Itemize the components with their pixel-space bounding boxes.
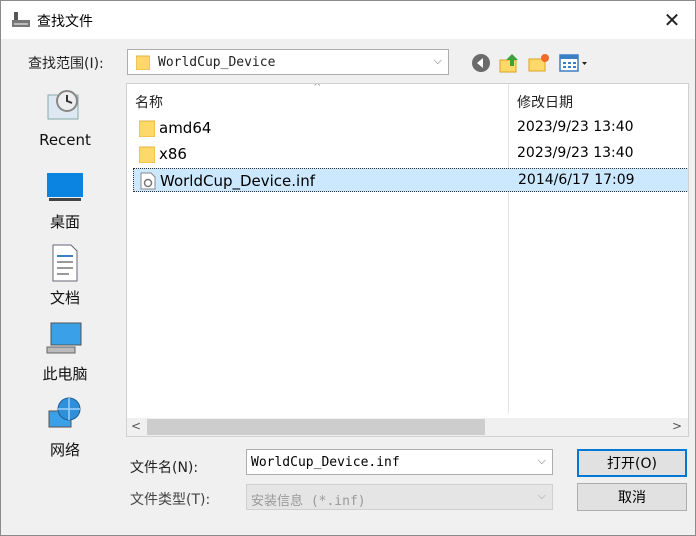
view-menu-button[interactable] <box>557 52 591 74</box>
place-label: 文档 <box>49 289 80 307</box>
setup-file-icon <box>140 172 156 190</box>
desktop-icon <box>47 173 83 201</box>
network-globe-icon <box>48 397 81 428</box>
filetype-value: 安装信息 (*.inf) <box>251 494 366 509</box>
back-arrow-icon <box>472 54 490 72</box>
horizontal-scrollbar[interactable]: < > <box>127 418 688 436</box>
place-desktop[interactable]: 桌面 <box>9 167 121 232</box>
open-button[interactable]: 打开(O) <box>577 449 687 477</box>
window-title: 查找文件 <box>37 14 93 30</box>
file-date: 2023/9/23 13:40 <box>517 119 634 135</box>
new-folder-icon <box>528 54 549 72</box>
place-label: Recent <box>39 131 91 149</box>
place-label: 此电脑 <box>42 365 88 383</box>
chevron-down-icon: ⌵ <box>433 54 442 67</box>
folder-icon <box>139 120 155 137</box>
recent-clock-icon <box>47 90 79 120</box>
view-grid-icon <box>559 54 587 72</box>
filetype-combo[interactable]: 安装信息 (*.inf) ⌵ <box>246 484 553 510</box>
back-button[interactable] <box>469 52 493 74</box>
sort-caret-icon: ^ <box>313 83 322 93</box>
filename-combo[interactable]: WorldCup_Device.inf ⌵ <box>246 449 553 475</box>
chevron-down-icon: ⌵ <box>537 489 546 502</box>
document-icon <box>52 244 78 282</box>
file-date: 2023/9/23 13:40 <box>517 145 634 161</box>
filetype-label: 文件类型(T): <box>130 492 211 508</box>
file-name: amd64 <box>159 119 212 137</box>
folder-icon <box>136 55 150 70</box>
place-recent[interactable]: Recent <box>9 87 121 149</box>
computer-icon <box>46 322 82 354</box>
up-folder-button[interactable] <box>498 52 522 74</box>
folder-icon <box>139 146 155 163</box>
look-in-combo[interactable]: WorldCup_Device ⌵ <box>127 49 449 75</box>
file-list[interactable]: 名称 ^ 修改日期 amd64 2023/9/23 13:40 x86 2023… <box>126 83 689 437</box>
scanner-icon <box>12 12 30 27</box>
look-in-label: 查找范围(I): <box>28 56 104 72</box>
place-this-pc[interactable]: 此电脑 <box>9 319 121 384</box>
list-item[interactable]: amd64 2023/9/23 13:40 <box>133 116 688 140</box>
scroll-right-icon[interactable]: > <box>672 419 682 433</box>
places-bar: Recent 桌面 文档 此电脑 网络 <box>9 81 121 529</box>
new-folder-button[interactable] <box>527 52 551 74</box>
look-in-value: WorldCup_Device <box>158 55 276 70</box>
file-name: x86 <box>159 145 187 163</box>
up-folder-icon <box>499 54 518 73</box>
scroll-left-icon[interactable]: < <box>131 419 141 433</box>
place-label: 桌面 <box>49 213 80 231</box>
chevron-down-icon[interactable]: ⌵ <box>538 454 546 468</box>
filename-value: WorldCup_Device.inf <box>251 455 400 470</box>
place-label: 网络 <box>49 441 80 459</box>
place-documents[interactable]: 文档 <box>9 243 121 308</box>
file-name: WorldCup_Device.inf <box>160 172 316 190</box>
scrollbar-thumb[interactable] <box>147 419 485 435</box>
close-icon: ✕ <box>663 8 681 32</box>
place-network[interactable]: 网络 <box>9 395 121 460</box>
cancel-button[interactable]: 取消 <box>577 483 687 511</box>
list-item[interactable]: x86 2023/9/23 13:40 <box>133 142 688 166</box>
list-item-selected[interactable]: WorldCup_Device.inf 2014/6/17 17:09 <box>133 168 688 192</box>
filename-label: 文件名(N): <box>130 460 199 476</box>
open-file-dialog: 查找文件 ✕ 查找范围(I): WorldCup_Device ⌵ Recent… <box>0 0 696 536</box>
close-button[interactable]: ✕ <box>649 1 695 39</box>
file-date: 2014/6/17 17:09 <box>518 172 635 188</box>
title-bar: 查找文件 ✕ <box>1 1 695 39</box>
